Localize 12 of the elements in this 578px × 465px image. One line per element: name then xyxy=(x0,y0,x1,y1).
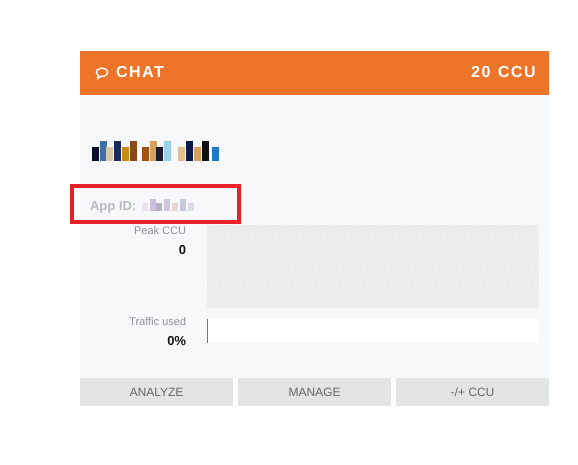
app-id-label: App ID: xyxy=(90,198,136,212)
stat-value: 0% xyxy=(167,333,186,348)
card-title: CHAT xyxy=(116,64,166,82)
action-button[interactable]: ANALYZE xyxy=(80,378,233,406)
action-button[interactable]: -/+ CCU xyxy=(396,378,549,406)
stat-label: Traffic used xyxy=(129,316,186,328)
pixelated-text-drawing xyxy=(142,199,196,211)
stat-label: Peak CCU xyxy=(134,225,186,237)
action-button[interactable]: MANAGE xyxy=(238,378,391,406)
chat-icon xyxy=(95,66,109,80)
stat-value: 0 xyxy=(178,242,186,257)
ccu-count: 20 CCU xyxy=(471,64,537,82)
